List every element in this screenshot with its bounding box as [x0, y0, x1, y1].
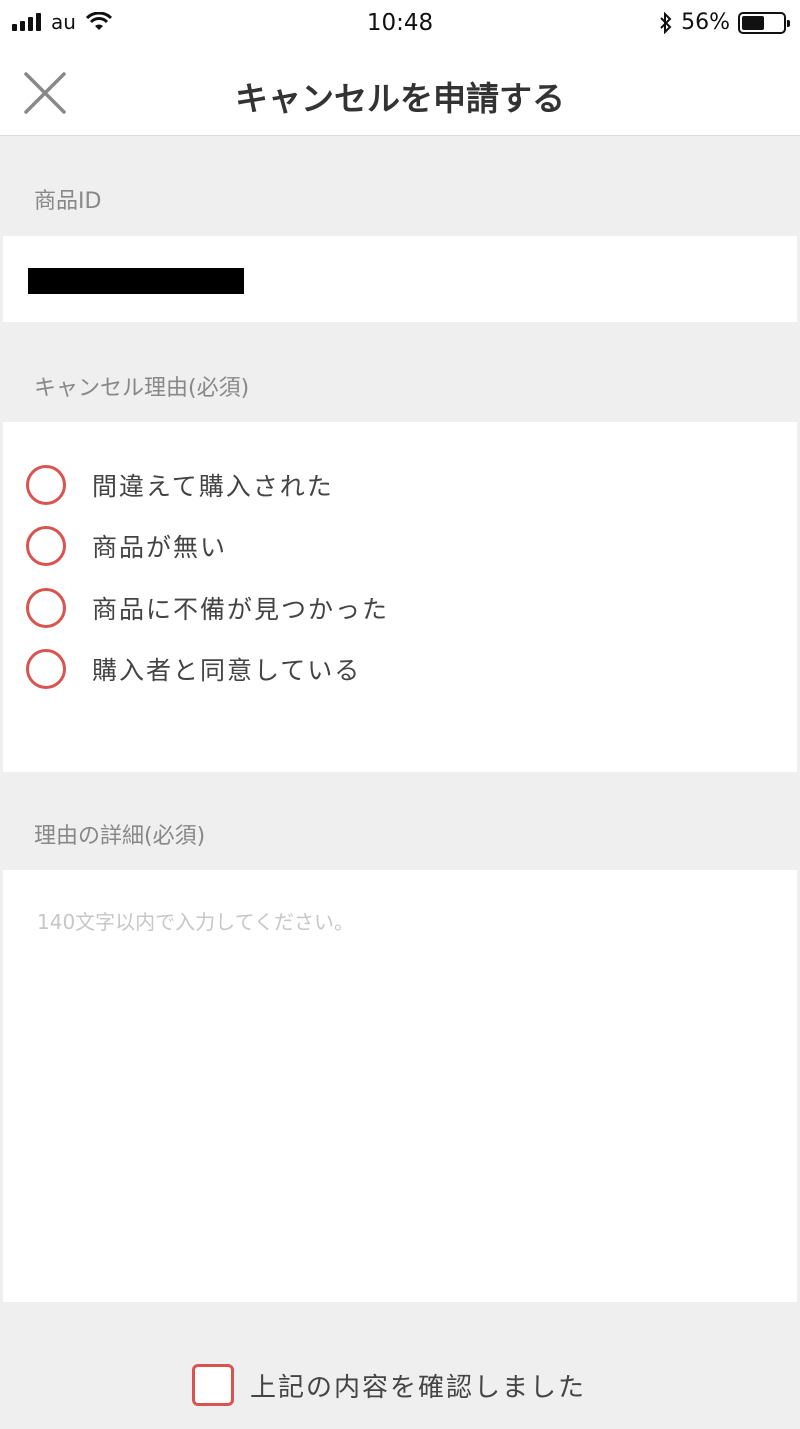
cancel-reason-label: キャンセル理由(必須) — [34, 376, 250, 401]
status-right: 56% — [659, 10, 790, 35]
radio-button[interactable] — [26, 649, 66, 689]
status-bar: au 10:48 56% — [0, 0, 800, 50]
radio-option-buyer-agreed[interactable]: 購入者と同意している — [26, 649, 361, 689]
product-id-panel — [3, 236, 797, 322]
nav-bar: キャンセルを申請する — [0, 50, 800, 136]
battery-icon — [738, 11, 790, 34]
bluetooth-icon — [660, 11, 672, 34]
radio-label: 商品が無い — [92, 533, 228, 562]
product-id-label: 商品ID — [34, 189, 102, 214]
reason-detail-label: 理由の詳細(必須) — [34, 824, 206, 849]
redacted-product-id — [28, 268, 244, 294]
confirm-checkbox[interactable] — [192, 1364, 234, 1406]
radio-label: 購入者と同意している — [92, 656, 362, 685]
radio-label: 商品に不備が見つかった — [92, 595, 390, 624]
battery-percent: 56% — [681, 10, 730, 35]
confirm-label: 上記の内容を確認しました — [250, 1372, 587, 1403]
radio-option-mistaken-purchase[interactable]: 間違えて購入された — [26, 465, 334, 505]
radio-label: 間違えて購入された — [92, 472, 334, 501]
confirm-row[interactable]: 上記の内容を確認しました — [192, 1364, 586, 1406]
radio-button[interactable] — [26, 465, 66, 505]
radio-option-out-of-stock[interactable]: 商品が無い — [26, 526, 227, 566]
radio-option-defect-found[interactable]: 商品に不備が見つかった — [26, 588, 389, 628]
reason-detail-textarea[interactable] — [3, 870, 797, 1302]
page-title: キャンセルを申請する — [235, 79, 565, 118]
radio-button[interactable] — [26, 526, 66, 566]
battery-fill — [742, 15, 765, 30]
radio-button[interactable] — [26, 588, 66, 628]
